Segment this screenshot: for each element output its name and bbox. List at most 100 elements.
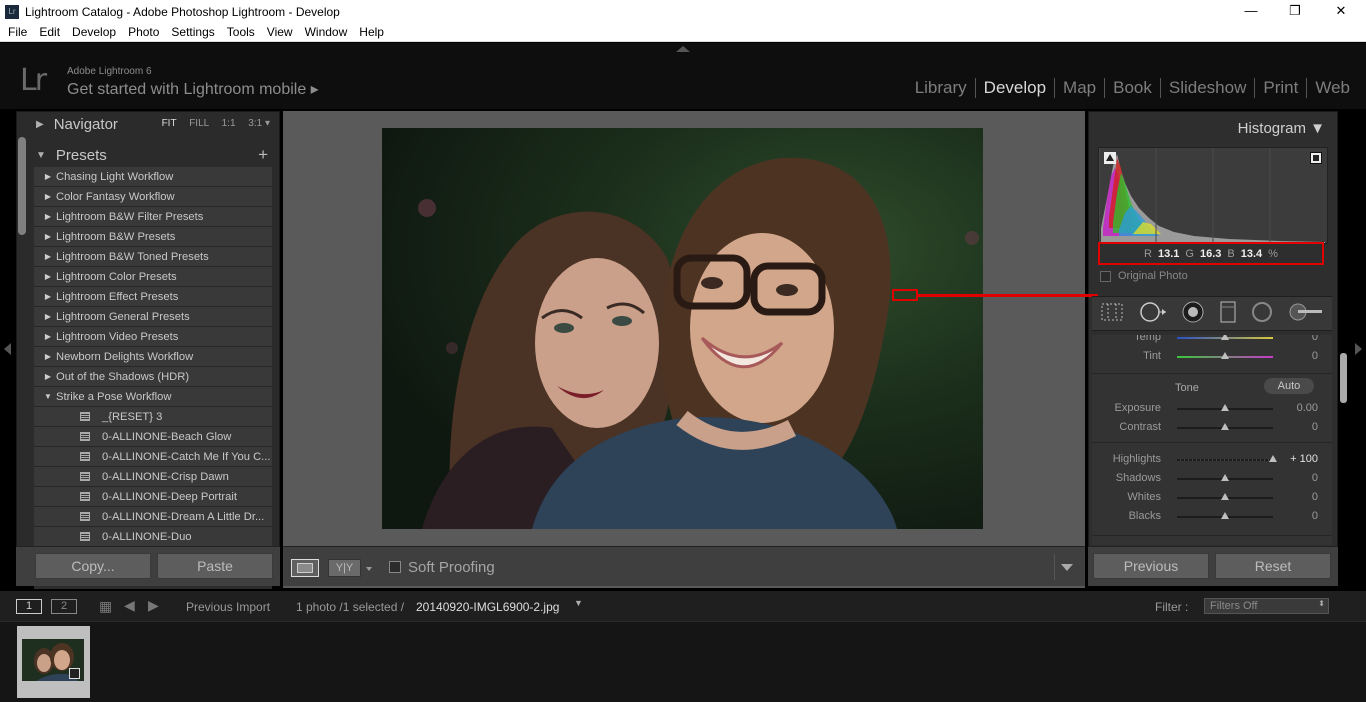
preset-item[interactable]: 0-ALLINONE-Duo [34, 527, 272, 547]
filter-dropdown[interactable]: Filters Off ⬍ [1204, 598, 1329, 614]
radial-filter-icon[interactable] [1251, 301, 1273, 327]
module-library[interactable]: Library [907, 78, 976, 98]
zoom-fill[interactable]: FILL [189, 118, 209, 129]
temp-slider[interactable]: Temp 0 [1092, 335, 1332, 347]
preset-folder[interactable]: ▶ Lightroom General Presets [34, 307, 272, 327]
slider-value[interactable]: 0 [1312, 491, 1318, 503]
spot-removal-icon[interactable] [1139, 301, 1167, 327]
preset-folder[interactable]: ▶ Chasing Light Workflow [34, 167, 272, 187]
main-photo[interactable] [382, 128, 983, 529]
adjustment-brush-icon[interactable] [1288, 301, 1324, 327]
preset-folder[interactable]: ▶ Lightroom B&W Presets [34, 227, 272, 247]
slider-thumb[interactable] [1221, 423, 1229, 430]
red-eye-icon[interactable] [1182, 301, 1204, 327]
filename-label[interactable]: 20140920-IMGL6900-2.jpg [416, 600, 559, 614]
menu-edit[interactable]: Edit [33, 25, 66, 39]
before-after-view-button[interactable]: Y|Y [328, 559, 361, 577]
histogram-title[interactable]: Histogram ▼ [1238, 120, 1325, 137]
minimize-button[interactable]: — [1228, 0, 1274, 23]
histogram[interactable] [1098, 147, 1328, 244]
previous-button[interactable]: Previous [1093, 553, 1209, 579]
grid-view-icon[interactable]: ▦ [99, 598, 112, 615]
filmstrip-thumbnail[interactable] [17, 626, 90, 698]
collapse-right-panel-icon[interactable] [1355, 343, 1362, 355]
paste-settings-button[interactable]: Paste [157, 553, 273, 579]
mobile-prompt-link[interactable]: Get started with Lightroom mobile ▸ [67, 79, 319, 99]
preset-item[interactable]: 0-ALLINONE-Crisp Dawn [34, 467, 272, 487]
contrast-slider[interactable]: Contrast 0 [1092, 419, 1332, 437]
slider-value[interactable]: 0 [1312, 350, 1318, 362]
slider-thumb[interactable] [1221, 474, 1229, 481]
preset-folder[interactable]: ▶ Lightroom Effect Presets [34, 287, 272, 307]
module-web[interactable]: Web [1307, 78, 1350, 98]
preset-folder[interactable]: ▶ Color Fantasy Workflow [34, 187, 272, 207]
menu-help[interactable]: Help [353, 25, 390, 39]
preset-folder[interactable]: ▶ Lightroom B&W Toned Presets [34, 247, 272, 267]
right-panel-scrollbar[interactable] [1340, 353, 1347, 403]
slider-thumb[interactable] [1221, 493, 1229, 500]
slider-thumb[interactable] [1221, 512, 1229, 519]
preset-folder-expanded[interactable]: ▼ Strike a Pose Workflow [34, 387, 272, 407]
secondary-window-button[interactable]: 2 [51, 599, 77, 614]
graduated-filter-icon[interactable] [1220, 301, 1236, 327]
highlights-slider[interactable]: Highlights + 100 [1092, 451, 1332, 469]
menu-settings[interactable]: Settings [165, 25, 220, 39]
collapse-left-panel-icon[interactable] [4, 343, 11, 355]
menu-develop[interactable]: Develop [66, 25, 122, 39]
original-photo-toggle[interactable]: Original Photo [1100, 270, 1188, 282]
shadow-clipping-toggle[interactable] [1104, 152, 1116, 164]
zoom-fit[interactable]: FIT [162, 118, 177, 129]
restore-button[interactable]: ❐ [1272, 0, 1318, 23]
preset-item[interactable]: 0-ALLINONE-Catch Me If You C... [34, 447, 272, 467]
close-button[interactable]: ✕ [1318, 0, 1364, 23]
blacks-slider[interactable]: Blacks 0 [1092, 508, 1332, 526]
slider-thumb[interactable] [1221, 352, 1229, 359]
slider-value[interactable]: 0.00 [1297, 402, 1318, 414]
preset-folder[interactable]: ▶ Newborn Delights Workflow [34, 347, 272, 367]
module-map[interactable]: Map [1055, 78, 1106, 98]
menu-photo[interactable]: Photo [122, 25, 165, 39]
module-slideshow[interactable]: Slideshow [1161, 78, 1256, 98]
preset-item[interactable]: 0-ALLINONE-Dream A Little Dr... [34, 507, 272, 527]
crop-overlay-icon[interactable] [1100, 302, 1124, 326]
whites-slider[interactable]: Whites 0 [1092, 489, 1332, 507]
reset-button[interactable]: Reset [1215, 553, 1331, 579]
presets-header[interactable]: ▼ Presets + [36, 142, 272, 168]
navigator-header[interactable]: ▶ Navigator FIT FILL 1:1 3:1 ▾ [36, 111, 272, 137]
slider-value[interactable]: + 100 [1290, 453, 1318, 465]
main-window-button[interactable]: 1 [16, 599, 42, 614]
exposure-slider[interactable]: Exposure 0.00 [1092, 400, 1332, 418]
slider-thumb[interactable] [1221, 404, 1229, 411]
shadows-slider[interactable]: Shadows 0 [1092, 470, 1332, 488]
preset-folder[interactable]: ▶ Lightroom Color Presets [34, 267, 272, 287]
menu-window[interactable]: Window [299, 25, 354, 39]
zoom-1-1[interactable]: 1:1 [222, 118, 236, 129]
preset-item[interactable]: 0-ALLINONE-Deep Portrait [34, 487, 272, 507]
slider-value[interactable]: 0 [1312, 335, 1318, 343]
original-photo-checkbox[interactable] [1100, 270, 1111, 282]
slider-value[interactable]: 0 [1312, 472, 1318, 484]
menu-view[interactable]: View [261, 25, 299, 39]
slider-value[interactable]: 0 [1312, 421, 1318, 433]
loupe-view-button[interactable] [291, 559, 319, 577]
menu-file[interactable]: File [2, 25, 33, 39]
module-book[interactable]: Book [1105, 78, 1161, 98]
copy-settings-button[interactable]: Copy... [35, 553, 151, 579]
collapse-top-panel-icon[interactable] [676, 46, 690, 52]
module-print[interactable]: Print [1255, 78, 1308, 98]
slider-track[interactable] [1177, 459, 1273, 461]
auto-tone-button[interactable]: Auto [1264, 378, 1314, 394]
module-develop[interactable]: Develop [976, 78, 1056, 98]
source-label[interactable]: Previous Import [186, 600, 270, 614]
toolbar-content-dropdown-icon[interactable] [1061, 564, 1073, 571]
soft-proofing-checkbox[interactable] [389, 561, 401, 573]
slider-thumb[interactable] [1221, 335, 1229, 340]
menu-tools[interactable]: Tools [221, 25, 261, 39]
add-preset-button[interactable]: + [258, 145, 268, 165]
preset-folder[interactable]: ▶ Out of the Shadows (HDR) [34, 367, 272, 387]
before-after-dropdown-icon[interactable] [366, 567, 372, 571]
preset-folder[interactable]: ▶ Lightroom Video Presets [34, 327, 272, 347]
left-panel-scrollbar[interactable] [18, 137, 26, 235]
highlight-clipping-toggle[interactable] [1310, 152, 1322, 164]
slider-thumb[interactable] [1269, 455, 1277, 462]
